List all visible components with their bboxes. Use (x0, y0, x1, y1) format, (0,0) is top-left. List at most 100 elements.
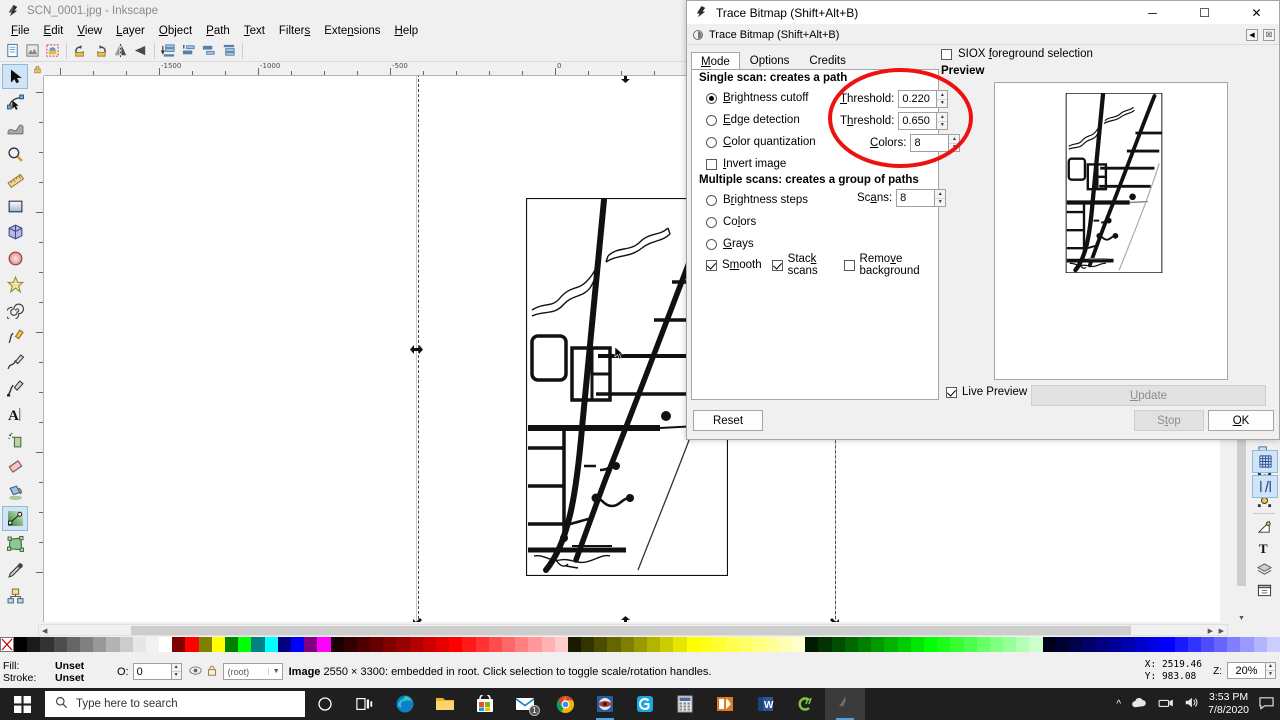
selection-handle-left[interactable] (410, 344, 423, 358)
opacity-field[interactable]: 0 ▲ ▼ (132, 663, 182, 680)
onedrive-icon[interactable] (1131, 697, 1148, 712)
reset-button[interactable]: Reset (693, 410, 763, 431)
close-button[interactable]: ✕ (1234, 1, 1279, 25)
palette-swatch[interactable] (159, 637, 173, 652)
palette-swatch[interactable] (1187, 637, 1201, 652)
palette-swatch[interactable] (330, 637, 344, 652)
calculator-icon[interactable] (665, 688, 705, 720)
palette-swatch[interactable] (422, 637, 436, 652)
threshold-edge-spinner[interactable]: ▲ ▼ (936, 112, 949, 130)
task-view-icon[interactable] (345, 688, 385, 720)
tab-credits[interactable]: Credits (799, 51, 855, 71)
palette-swatch[interactable] (501, 637, 516, 652)
lower-to-bottom-icon[interactable] (159, 41, 178, 60)
horizontal-scrollbar-thumb[interactable] (131, 626, 1131, 635)
inkscape-icon[interactable] (825, 688, 865, 720)
palette-swatch[interactable] (660, 637, 674, 652)
palette-swatch[interactable] (132, 637, 146, 652)
palette-swatch[interactable] (567, 637, 582, 652)
palette-swatch[interactable] (1161, 637, 1175, 652)
palette-swatch[interactable] (1240, 637, 1254, 652)
radio-brightness-cutoff[interactable]: Brightness cutoff (706, 92, 808, 104)
selection-handle-bottom[interactable] (620, 616, 631, 622)
update-button[interactable]: Update (1031, 385, 1266, 406)
palette-swatch[interactable] (449, 637, 463, 652)
stroke-value[interactable]: Unset (55, 672, 113, 684)
palette-swatch[interactable] (647, 637, 661, 652)
connector-tool[interactable] (2, 584, 28, 609)
selection-handle-top[interactable] (620, 76, 631, 86)
palette-swatch[interactable] (211, 637, 225, 652)
eye-icon[interactable] (189, 665, 202, 679)
palette-swatch[interactable] (950, 637, 964, 652)
palette-swatch[interactable] (172, 637, 186, 652)
palette-swatch[interactable] (370, 637, 384, 652)
palette-swatch[interactable] (923, 637, 938, 652)
threshold-brightness-input[interactable]: 0.220 (898, 90, 937, 108)
palette-swatch[interactable] (765, 637, 779, 652)
palette-swatch[interactable] (515, 637, 529, 652)
layer-selector[interactable]: (root) ▼ (222, 663, 283, 680)
ruler-unit-lock-icon[interactable] (30, 62, 44, 76)
node-tool[interactable] (2, 90, 28, 115)
colors-spinner[interactable]: ▲ ▼ (948, 134, 961, 152)
palette-swatch[interactable] (198, 637, 212, 652)
spray-tool[interactable] (2, 428, 28, 453)
snap-path-icon[interactable] (1253, 517, 1275, 537)
palette-swatch[interactable] (488, 637, 502, 652)
scans-spinner[interactable]: ▲ ▼ (934, 189, 947, 207)
palette-swatch[interactable] (79, 637, 94, 652)
file-explorer-icon[interactable] (425, 688, 465, 720)
palette-swatch[interactable] (699, 637, 713, 652)
measure-tool[interactable] (2, 168, 28, 193)
palette-swatch[interactable] (436, 637, 450, 652)
palette-swatch[interactable] (1108, 637, 1122, 652)
scroll-down-icon[interactable]: ▼ (1238, 615, 1245, 622)
palette-swatch[interactable] (976, 637, 990, 652)
colors-field[interactable]: 8 ▲ ▼ (910, 134, 961, 152)
vertical-ruler[interactable] (30, 62, 44, 622)
menu-text[interactable]: Text (237, 24, 272, 38)
palette-swatch[interactable] (1016, 637, 1030, 652)
checkbox-smooth-indicator[interactable] (706, 259, 717, 271)
raise-icon[interactable] (199, 41, 218, 60)
star-tool[interactable] (2, 272, 28, 297)
page-border-icon[interactable] (1253, 580, 1275, 600)
radio-brightness-steps[interactable]: Brightness steps (706, 194, 808, 206)
checkbox-stack-scans-indicator[interactable] (771, 259, 783, 271)
colors-input[interactable]: 8 (910, 134, 949, 152)
menu-path[interactable]: Path (199, 24, 237, 38)
threshold-edge-field[interactable]: 0.650 ▲ ▼ (898, 112, 949, 130)
palette-swatch[interactable] (277, 637, 291, 652)
palette-swatch[interactable] (1214, 637, 1228, 652)
paintbucket-tool[interactable] (2, 480, 28, 505)
palette-swatch[interactable] (40, 637, 54, 652)
radio-color-quantization[interactable]: Color quantization (706, 136, 816, 148)
palette-swatch[interactable] (66, 637, 80, 652)
fill-value[interactable]: Unset (55, 660, 113, 672)
select-all-in-object-icon[interactable] (43, 41, 62, 60)
palette-swatch[interactable] (462, 637, 476, 652)
rectangle-tool[interactable] (2, 194, 28, 219)
opacity-spinner[interactable]: ▲ ▼ (170, 663, 182, 680)
palette-swatch[interactable] (963, 637, 977, 652)
palette-swatch[interactable] (225, 637, 239, 652)
palette-swatch[interactable] (317, 637, 331, 652)
palette-swatch[interactable] (1134, 637, 1149, 652)
palette-swatch[interactable] (1042, 637, 1056, 652)
ok-button[interactable]: OK (1208, 410, 1274, 431)
dock-close-button[interactable]: ☒ (1263, 28, 1275, 41)
tab-options[interactable]: Options (740, 51, 800, 71)
threshold-brightness-field[interactable]: 0.220 ▲ ▼ (898, 90, 949, 108)
media-app-icon[interactable] (705, 688, 745, 720)
selector-tool[interactable] (2, 64, 28, 89)
palette-swatch[interactable] (264, 637, 278, 652)
ellipse-tool[interactable] (2, 246, 28, 271)
radio-grays[interactable]: Grays (706, 238, 754, 250)
palette-swatch[interactable] (53, 637, 67, 652)
palette-swatch[interactable] (304, 637, 318, 652)
irfanview-icon[interactable] (585, 688, 625, 720)
stop-button[interactable]: St op (1134, 410, 1204, 431)
palette-swatch[interactable] (1253, 637, 1267, 652)
lock-icon[interactable] (207, 665, 217, 679)
